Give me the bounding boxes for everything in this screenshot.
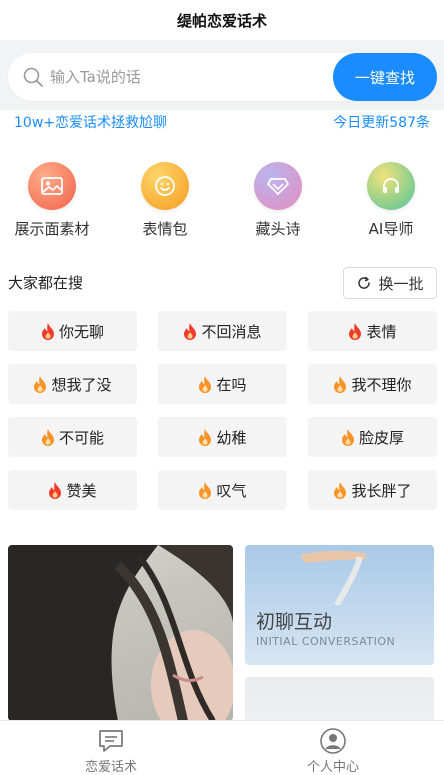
hot-tag-label: 你无聊 (58, 322, 104, 341)
search-area: 一键查找 (0, 40, 444, 110)
feature-label: 展示面素材 (14, 220, 90, 238)
promo-right-text: 今日更新587条 (333, 115, 430, 131)
app-title: 缇帕恋爱话术 (176, 11, 267, 30)
flame-icon (334, 375, 347, 393)
hot-tag-label: 叹气 (216, 481, 247, 500)
hot-tag-label: 我不理你 (351, 375, 412, 394)
hot-tag-label: 幼稚 (216, 428, 247, 447)
headset-icon (367, 162, 415, 210)
feature-grid: 展示面素材 表情包 藏头诗 AI导师 (0, 160, 444, 240)
card-subtitle: INITIAL CONVERSATION (256, 635, 396, 648)
flame-icon (184, 322, 197, 340)
hot-tag[interactable]: 不回消息 (158, 311, 287, 351)
hot-tag[interactable]: 表情 (308, 311, 437, 351)
hot-tag-label: 赞美 (66, 481, 97, 500)
hot-tag[interactable]: 想我了没 (8, 364, 137, 404)
feature-item-ai-mentor[interactable]: AI导师 (341, 160, 441, 240)
tab-label: 个人中心 (306, 760, 359, 775)
hot-tag[interactable]: 赞美 (8, 470, 137, 510)
hot-tag-label: 不可能 (58, 428, 104, 447)
featured-photo-card[interactable] (8, 545, 233, 721)
category-card-initial[interactable]: 初聊互动 INITIAL CONVERSATION (245, 545, 434, 665)
hot-tag-label: 不回消息 (201, 322, 262, 341)
flame-icon (34, 375, 47, 393)
hot-tag[interactable]: 脸皮厚 (308, 417, 437, 457)
top-bar: 缇帕恋爱话术 (0, 0, 444, 40)
hot-search-title: 大家都在搜 (8, 274, 84, 292)
hot-tag[interactable]: 不可能 (8, 417, 137, 457)
flame-icon (199, 481, 212, 499)
bottom-tab-bar: 恋爱话术 个人中心 (0, 720, 444, 775)
flame-icon (349, 322, 362, 340)
hot-tag-label: 我长胖了 (351, 481, 412, 500)
flame-icon (199, 428, 212, 446)
feature-label: 藏头诗 (255, 220, 301, 238)
flame-icon (334, 481, 347, 499)
chat-icon (99, 730, 123, 752)
hot-tag-label: 表情 (366, 322, 397, 341)
user-icon (320, 728, 346, 754)
hot-tag-label: 脸皮厚 (358, 428, 404, 447)
search-input[interactable] (50, 65, 320, 89)
tab-love-scripts[interactable]: 恋爱话术 (0, 721, 222, 775)
flame-icon (41, 322, 54, 340)
feature-item-acrostic[interactable]: 藏头诗 (228, 160, 328, 240)
feature-label: 表情包 (142, 220, 188, 238)
search-box: 一键查找 (8, 53, 437, 101)
hot-tag[interactable]: 在吗 (158, 364, 287, 404)
refresh-button[interactable]: 换一批 (343, 267, 437, 299)
feature-label: AI导师 (368, 220, 414, 238)
feature-item-materials[interactable]: 展示面素材 (2, 160, 102, 240)
hot-tag-label: 想我了没 (51, 375, 112, 394)
promo-left-text: 10w+恋爱话术拯救尬聊 (14, 115, 167, 131)
flame-icon (49, 481, 62, 499)
hot-tag[interactable]: 你无聊 (8, 311, 137, 351)
promo-bar: 10w+恋爱话术拯救尬聊 今日更新587条 (14, 112, 430, 132)
feature-item-stickers[interactable]: 表情包 (115, 160, 215, 240)
image-icon (28, 162, 76, 210)
search-button[interactable]: 一键查找 (333, 53, 437, 101)
diamond-icon (254, 162, 302, 210)
portrait-photo (8, 545, 233, 721)
flame-icon (341, 428, 354, 446)
hot-tag[interactable]: 我不理你 (308, 364, 437, 404)
hot-tag-label: 在吗 (216, 375, 247, 394)
tab-profile[interactable]: 个人中心 (222, 721, 444, 775)
refresh-icon (358, 276, 371, 289)
smiley-icon (141, 162, 189, 210)
hot-tag[interactable]: 我长胖了 (308, 470, 437, 510)
hand-sand-illustration (300, 550, 367, 605)
flame-icon (199, 375, 212, 393)
flame-icon (41, 428, 54, 446)
refresh-label: 换一批 (378, 274, 424, 293)
card-title: 初聊互动 (256, 611, 333, 633)
hot-tag[interactable]: 叹气 (158, 470, 287, 510)
tab-label: 恋爱话术 (84, 760, 137, 775)
search-icon (23, 67, 43, 87)
hot-tag[interactable]: 幼稚 (158, 417, 287, 457)
